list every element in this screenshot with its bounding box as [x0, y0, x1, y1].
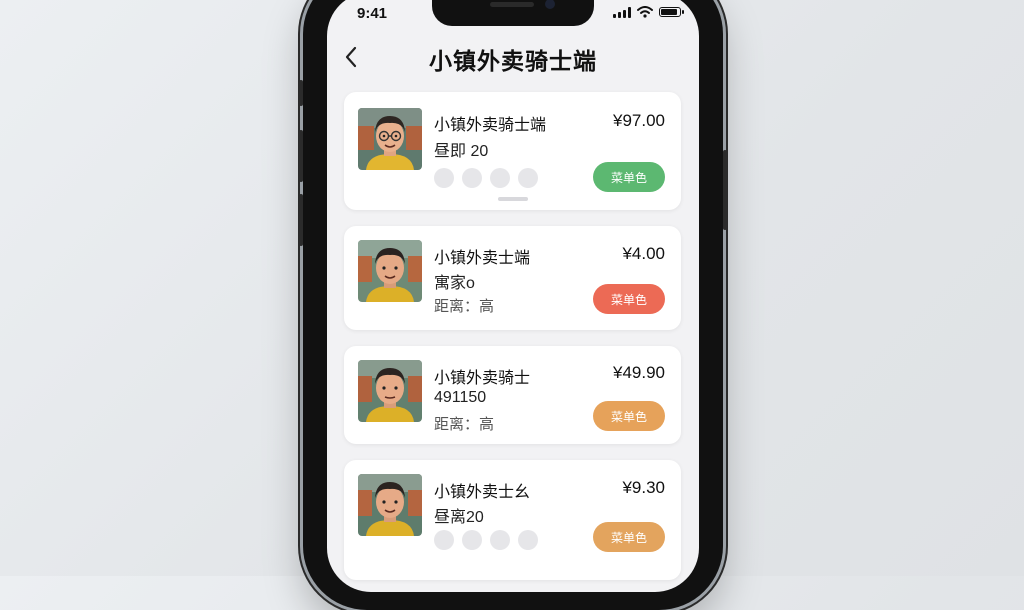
wifi-icon — [637, 6, 653, 18]
rating-dot — [490, 168, 510, 188]
order-card[interactable]: 小镇外卖骑士 491150 距离：高 ¥49.90 菜单色 — [344, 346, 681, 444]
order-price: ¥97.00 — [613, 111, 665, 130]
order-name: 小镇外卖士端 — [434, 250, 531, 267]
speaker-grill — [490, 2, 534, 7]
rating-dots — [434, 168, 538, 188]
rating-dots — [434, 530, 538, 550]
order-name: 小镇外卖骑士端 — [434, 117, 547, 134]
order-action-button[interactable]: 菜单色 — [593, 284, 665, 314]
order-info: 昼离20 — [434, 509, 484, 526]
screen: 9:41 小镇外卖骑士端 小镇外卖骑士端 昼即 20 ¥97.00 菜单色 小镇… — [327, 0, 699, 592]
rating-dot — [490, 530, 510, 550]
rating-dot — [462, 530, 482, 550]
order-action-button[interactable]: 菜单色 — [593, 401, 665, 431]
order-card[interactable]: 小镇外卖士幺 昼离20 ¥9.30 菜单色 — [344, 460, 681, 580]
signal-icon — [613, 6, 631, 18]
order-info: 491150 — [434, 389, 487, 406]
order-distance: 距离：高 — [434, 416, 495, 433]
order-name: 小镇外卖骑士 — [434, 370, 531, 387]
rider-avatar — [358, 108, 422, 170]
rating-dot — [434, 530, 454, 550]
rider-avatar — [358, 240, 422, 302]
order-action-button[interactable]: 菜单色 — [593, 522, 665, 552]
status-time: 9:41 — [357, 5, 388, 22]
drag-handle — [498, 197, 528, 201]
order-card[interactable]: 小镇外卖骑士端 昼即 20 ¥97.00 菜单色 — [344, 92, 681, 210]
phone-frame: 9:41 小镇外卖骑士端 小镇外卖骑士端 昼即 20 ¥97.00 菜单色 小镇… — [299, 0, 727, 610]
rating-dot — [518, 168, 538, 188]
silent-switch — [299, 80, 303, 106]
volume-up-button — [299, 130, 303, 182]
status-icons — [613, 6, 684, 18]
order-distance: 距离：高 — [434, 298, 495, 315]
rating-dot — [434, 168, 454, 188]
navigation-bar: 小镇外卖骑士端 — [327, 42, 699, 82]
volume-down-button — [299, 194, 303, 246]
rating-dot — [518, 530, 538, 550]
order-action-button[interactable]: 菜单色 — [593, 162, 665, 192]
page-title: 小镇外卖骑士端 — [429, 48, 597, 74]
notch — [432, 0, 594, 26]
rating-dot — [462, 168, 482, 188]
order-info: 昼即 20 — [434, 143, 489, 160]
order-name: 小镇外卖士幺 — [434, 484, 531, 501]
rider-avatar — [358, 474, 422, 536]
order-info: 寓家o — [434, 275, 475, 292]
order-card[interactable]: 小镇外卖士端 寓家o 距离：高 ¥4.00 菜单色 — [344, 226, 681, 330]
order-price: ¥49.90 — [613, 363, 665, 382]
camera-icon — [545, 0, 555, 9]
battery-icon — [659, 7, 684, 17]
power-button — [723, 150, 727, 230]
order-price: ¥4.00 — [622, 244, 665, 263]
order-price: ¥9.30 — [622, 478, 665, 497]
rider-avatar — [358, 360, 422, 422]
